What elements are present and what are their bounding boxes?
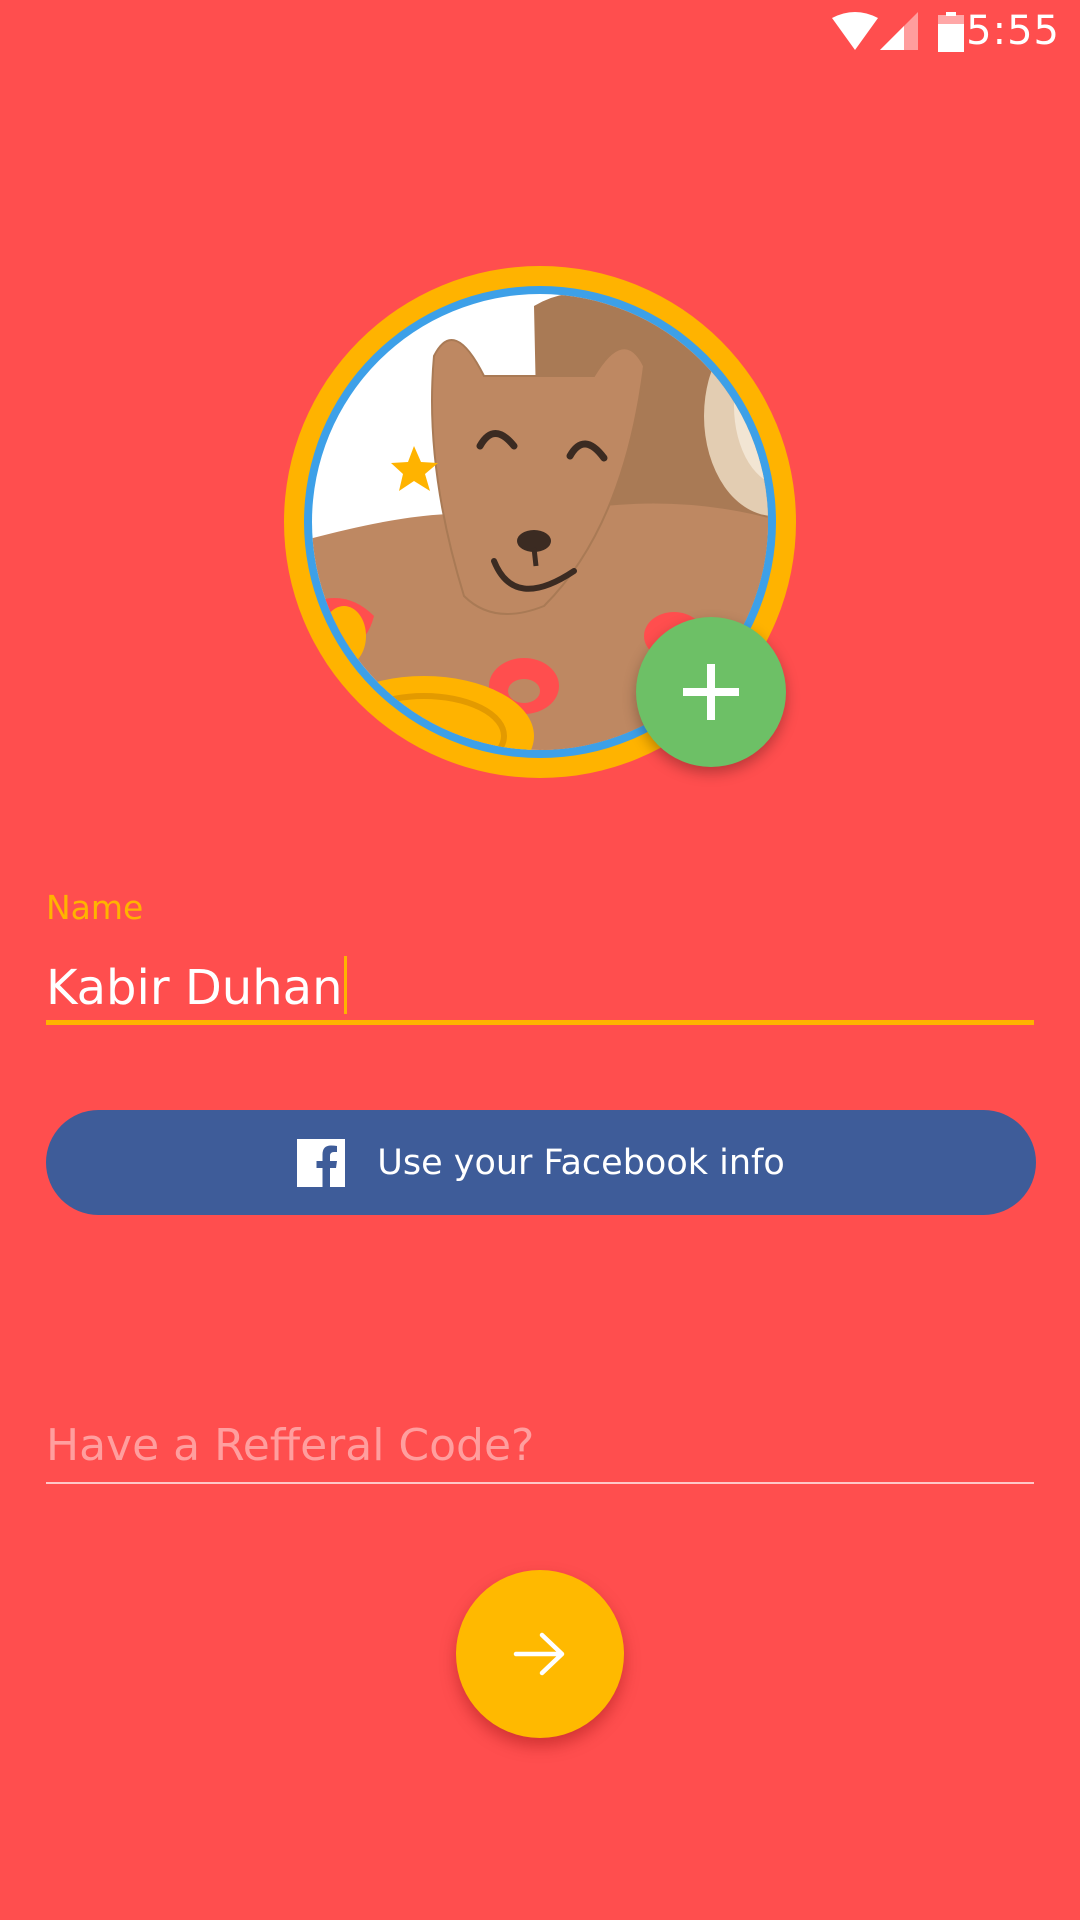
plus-icon <box>683 664 739 720</box>
next-button[interactable] <box>456 1570 624 1738</box>
cellular-signal-icon <box>880 12 918 50</box>
facebook-login-button[interactable]: Use your Facebook info <box>46 1110 1036 1215</box>
name-label: Name <box>46 888 144 927</box>
arrow-right-icon <box>513 1632 565 1676</box>
referral-code-input[interactable] <box>46 1410 1034 1480</box>
battery-icon <box>938 12 964 52</box>
referral-underline <box>46 1482 1034 1484</box>
name-value: Kabir Duhan <box>46 960 343 1016</box>
text-caret <box>344 956 348 1014</box>
wifi-icon <box>832 12 878 50</box>
name-field[interactable]: Kabir Duhan <box>46 956 348 1016</box>
add-photo-button[interactable] <box>636 617 786 767</box>
facebook-icon <box>297 1138 346 1187</box>
status-time: 5:55 <box>966 8 1060 54</box>
status-bar: 5:55 <box>0 0 1080 68</box>
name-underline <box>46 1020 1034 1025</box>
facebook-button-label: Use your Facebook info <box>377 1142 785 1183</box>
